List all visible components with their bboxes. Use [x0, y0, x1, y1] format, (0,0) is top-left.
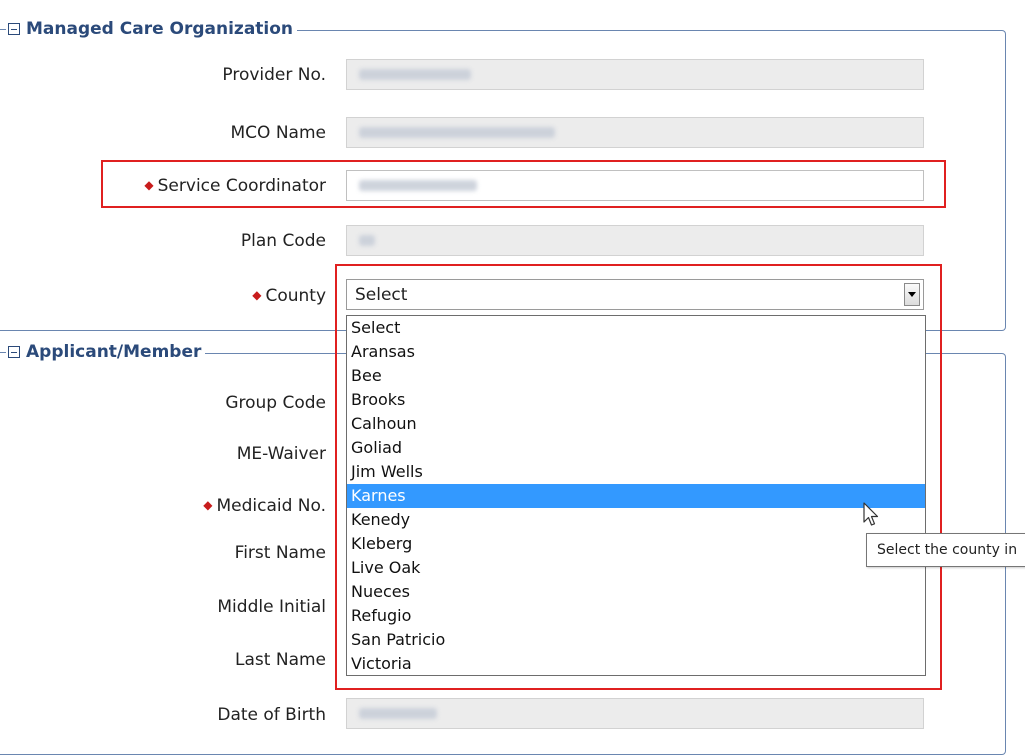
plan-code-field	[346, 225, 924, 256]
mco-name-label: MCO Name	[230, 123, 326, 143]
middle-initial-label: Middle Initial	[217, 597, 326, 617]
last-name-label: Last Name	[235, 650, 326, 670]
mco-section-legend[interactable]: Managed Care Organization	[0, 19, 298, 39]
applicant-section-title: Applicant/Member	[26, 342, 202, 362]
county-label: ◆ County	[252, 286, 326, 306]
medicaid-no-label: ◆ Medicaid No.	[203, 496, 326, 516]
provider-no-label: Provider No.	[222, 65, 326, 85]
provider-no-field	[346, 59, 924, 90]
mouse-pointer-icon	[863, 502, 879, 526]
redacted-value	[359, 69, 471, 80]
mco-section-title: Managed Care Organization	[26, 19, 294, 39]
date-of-birth-label: Date of Birth	[217, 705, 326, 725]
plan-code-label: Plan Code	[240, 231, 326, 251]
group-code-label: Group Code	[225, 393, 326, 413]
redacted-value	[359, 708, 437, 719]
service-coordinator-highlight-box	[101, 160, 946, 208]
county-tooltip: Select the county in	[866, 533, 1025, 567]
redacted-value	[359, 127, 555, 138]
first-name-label: First Name	[234, 543, 326, 563]
county-highlight-box	[335, 264, 942, 690]
date-of-birth-field	[346, 698, 924, 729]
collapse-icon[interactable]	[8, 346, 20, 358]
mco-name-field	[346, 117, 924, 148]
redacted-value	[359, 235, 375, 246]
required-marker-icon: ◆	[203, 498, 213, 512]
applicant-section-legend[interactable]: Applicant/Member	[0, 342, 206, 362]
me-waiver-label: ME-Waiver	[236, 444, 326, 464]
required-marker-icon: ◆	[252, 288, 262, 302]
collapse-icon[interactable]	[8, 23, 20, 35]
